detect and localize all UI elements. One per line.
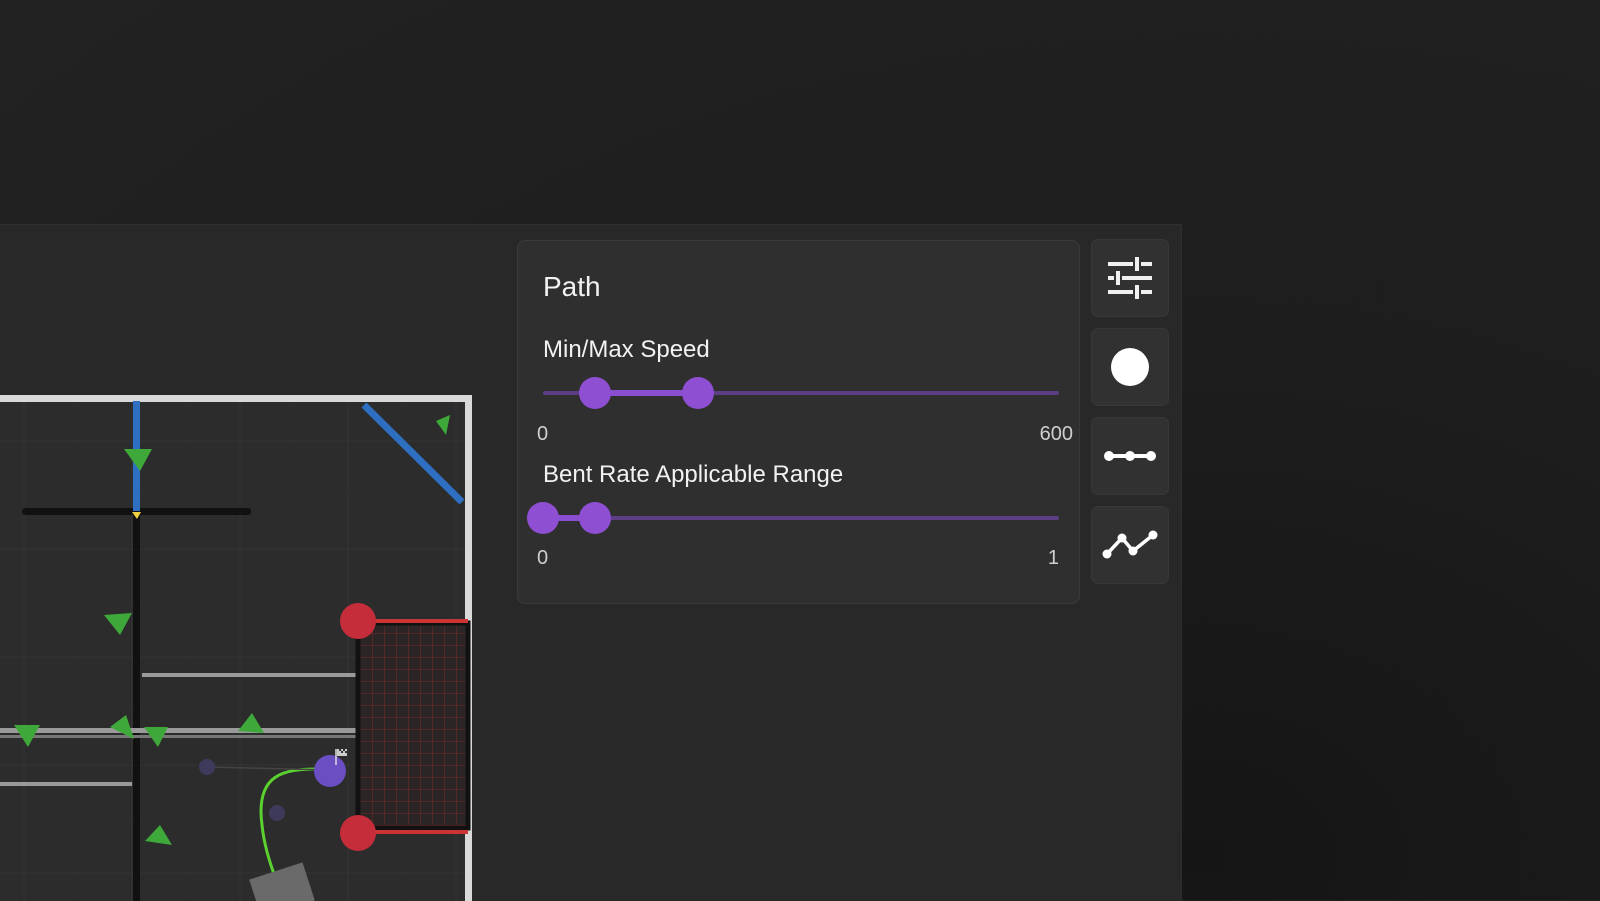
settings-sliders-button[interactable]	[1091, 239, 1169, 317]
barrier-vertical	[133, 508, 140, 901]
circle-icon	[1111, 348, 1149, 386]
app-window: Path Min/Max Speed 0 600 Bent Rate Appli…	[0, 224, 1182, 901]
path-endpoint[interactable]	[314, 755, 346, 787]
bent-rate-slider[interactable]	[527, 502, 1059, 534]
control-point-2[interactable]	[269, 805, 285, 821]
path-tool-button[interactable]	[1091, 506, 1169, 584]
speed-label: Min/Max Speed	[543, 336, 710, 363]
field-view[interactable]	[0, 225, 500, 901]
control-point-1[interactable]	[199, 759, 215, 775]
point-tool-button[interactable]	[1091, 328, 1169, 406]
goal-post-top	[340, 603, 376, 639]
goal-post-bottom	[340, 815, 376, 851]
bent-rate-range-max: 1	[1047, 547, 1059, 569]
speed-max-thumb[interactable]	[681, 377, 714, 409]
speed-min-thumb[interactable]	[578, 377, 611, 409]
polyline-icon	[1102, 530, 1158, 559]
sliders-icon	[1108, 257, 1152, 299]
bent-rate-high-thumb[interactable]	[578, 502, 611, 534]
panel-title: Path	[543, 271, 601, 302]
speed-range-min: 0	[537, 423, 549, 445]
path-settings-panel: Path Min/Max Speed 0 600 Bent Rate Appli…	[517, 240, 1080, 604]
rail-4	[0, 782, 132, 786]
field-wall-top	[0, 395, 470, 402]
bent-rate-range-min: 0	[537, 547, 549, 569]
speed-range-max: 600	[1039, 423, 1073, 445]
bent-rate-slider-track[interactable]	[543, 516, 1059, 520]
speed-slider[interactable]	[543, 377, 1059, 409]
bent-rate-low-thumb[interactable]	[527, 502, 559, 534]
goal-net	[355, 620, 471, 831]
segment-icon	[1104, 451, 1156, 461]
field-canvas[interactable]	[0, 225, 500, 901]
segment-tool-button[interactable]	[1091, 417, 1169, 495]
bent-rate-label: Bent Rate Applicable Range	[543, 461, 844, 488]
